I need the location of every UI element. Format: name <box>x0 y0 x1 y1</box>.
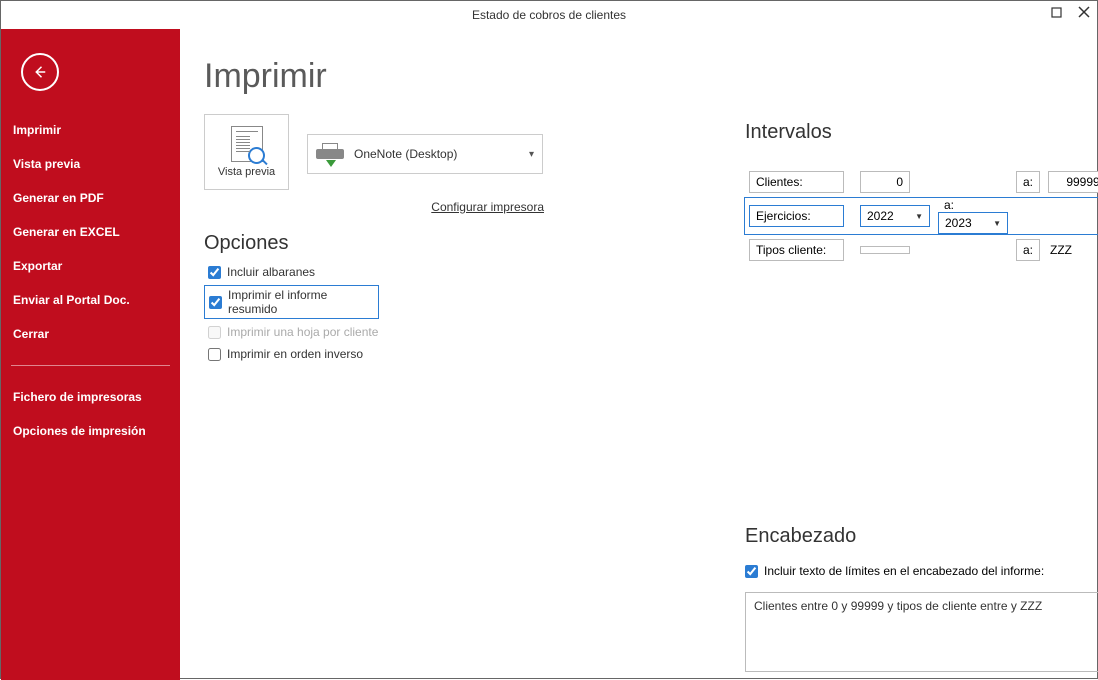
nav-opciones-impresion[interactable]: Opciones de impresión <box>1 414 180 448</box>
vista-previa-label: Vista previa <box>218 166 275 178</box>
ejercicios-to-dropdown[interactable]: 2023▼ <box>938 212 1008 234</box>
chevron-down-icon: ▼ <box>993 219 1001 228</box>
nav-exportar[interactable]: Exportar <box>1 249 180 283</box>
titlebar: Estado de cobros de clientes <box>1 1 1097 29</box>
vista-previa-button[interactable]: Vista previa <box>204 114 289 190</box>
printer-select[interactable]: OneNote (Desktop) ▾ <box>307 134 543 174</box>
configure-printer-link[interactable]: Configurar impresora <box>204 200 544 214</box>
label-tipos-cliente: Tipos cliente: <box>749 239 844 261</box>
document-preview-icon <box>231 126 263 162</box>
printer-icon <box>316 143 344 165</box>
checkbox-incluir-albaranes[interactable] <box>208 266 221 279</box>
tipos-from[interactable] <box>860 246 910 254</box>
checkbox-hoja-por-cliente <box>208 326 221 339</box>
opt-hoja-por-cliente: Imprimir una hoja por cliente <box>204 323 1069 341</box>
back-button[interactable] <box>21 53 59 91</box>
encabezado-textarea[interactable]: Clientes entre 0 y 99999 y tipos de clie… <box>745 592 1098 672</box>
tipos-to[interactable]: ZZZ <box>1048 240 1078 260</box>
row-ejercicios: Ejercicios: 2022▼ a: 2023▼ <box>745 198 1098 234</box>
clientes-to[interactable]: 99999 <box>1048 171 1098 193</box>
printer-name: OneNote (Desktop) <box>354 147 529 161</box>
a-label-3: a: <box>1016 239 1040 261</box>
close-button[interactable] <box>1077 5 1091 19</box>
nav-generar-excel[interactable]: Generar en EXCEL <box>1 215 180 249</box>
clientes-from[interactable]: 0 <box>860 171 910 193</box>
checkbox-informe-resumido[interactable] <box>209 296 222 309</box>
ejercicios-from-dropdown[interactable]: 2022▼ <box>860 205 930 227</box>
chevron-down-icon: ▼ <box>915 212 923 221</box>
encabezado-checkbox-row[interactable]: Incluir texto de límites en el encabezad… <box>745 564 1073 578</box>
nav-generar-pdf[interactable]: Generar en PDF <box>1 181 180 215</box>
intervals-heading: Intervalos <box>745 121 1073 144</box>
arrow-left-icon <box>31 63 49 81</box>
chevron-down-icon: ▾ <box>529 149 534 160</box>
checkbox-incluir-texto-limites[interactable] <box>745 565 758 578</box>
nav-fichero-impresoras[interactable]: Fichero de impresoras <box>1 380 180 414</box>
maximize-button[interactable] <box>1049 5 1063 19</box>
nav-cerrar[interactable]: Cerrar <box>1 317 180 351</box>
row-tipos-cliente: Tipos cliente: a: ZZZ <box>745 239 1098 261</box>
window-title: Estado de cobros de clientes <box>472 8 626 22</box>
opt-orden-inverso[interactable]: Imprimir en orden inverso <box>204 345 1069 363</box>
checkbox-orden-inverso[interactable] <box>208 348 221 361</box>
a-label-1: a: <box>1016 171 1040 193</box>
label-clientes: Clientes: <box>749 171 844 193</box>
sidebar: Imprimir Vista previa Generar en PDF Gen… <box>1 29 180 680</box>
nav-vista-previa[interactable]: Vista previa <box>1 147 180 181</box>
opt-informe-resumido[interactable]: Imprimir el informe resumido <box>204 285 379 319</box>
label-ejercicios: Ejercicios: <box>749 205 844 227</box>
page-heading: Imprimir <box>204 57 1069 96</box>
nav-separator <box>11 365 170 366</box>
intervals-table: Clientes: 0 a: 99999 Ejercicios: 2022▼ a… <box>745 166 1098 266</box>
nav-imprimir[interactable]: Imprimir <box>1 113 180 147</box>
content-area: Imprimir Vista previa OneNote (Desktop) … <box>180 29 1097 680</box>
encabezado-heading: Encabezado <box>745 525 1073 548</box>
nav-enviar-portal[interactable]: Enviar al Portal Doc. <box>1 283 180 317</box>
row-clientes: Clientes: 0 a: 99999 <box>745 171 1098 193</box>
